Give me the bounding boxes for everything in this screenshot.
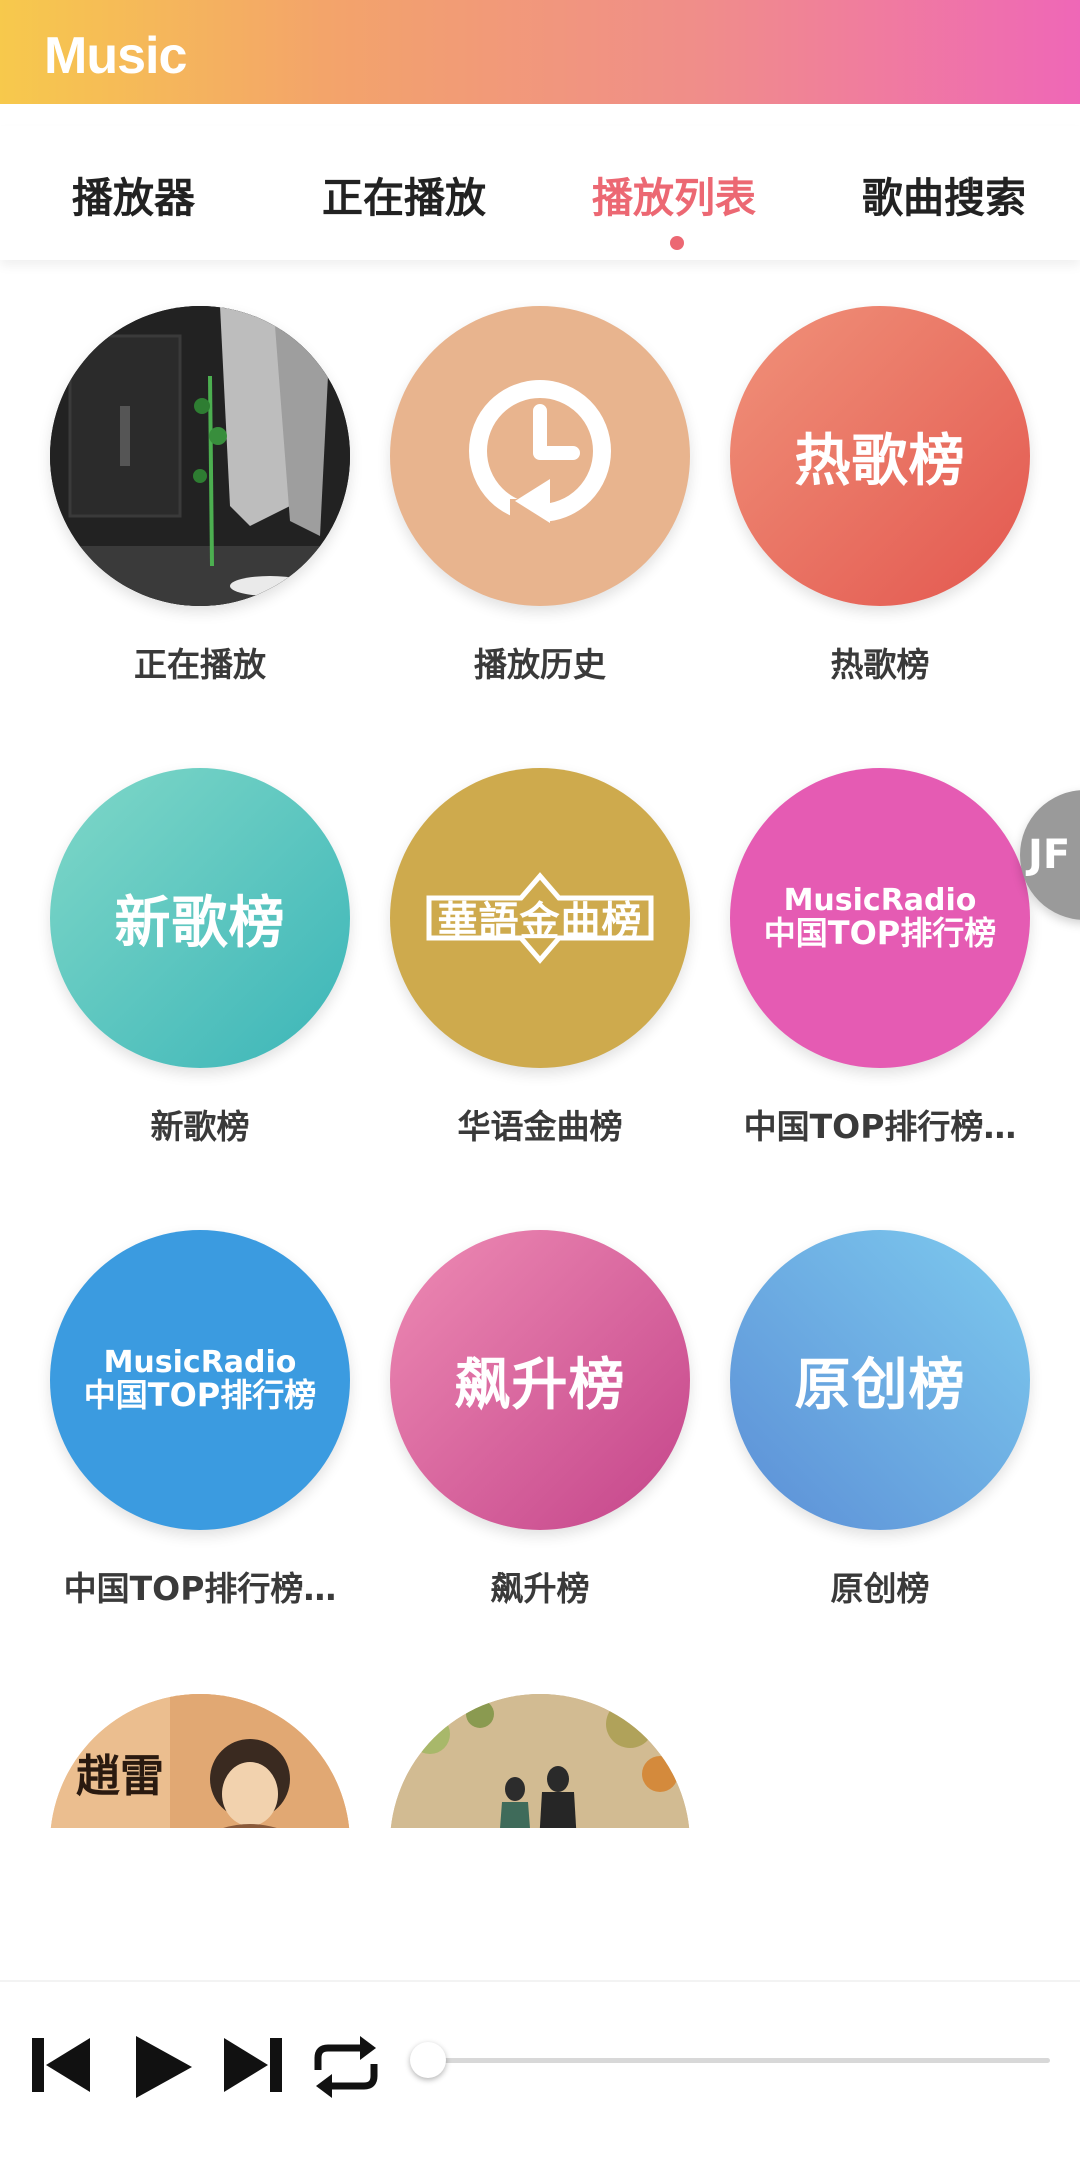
musicradio-logo: MusicRadio 中国TOP排行榜 xyxy=(84,1347,317,1412)
playlist-tile-china-top-1[interactable]: MusicRadio 中国TOP排行榜 xyxy=(730,768,1030,1068)
player-bar xyxy=(0,1980,1080,2160)
musicradio-logo: MusicRadio 中国TOP排行榜 xyxy=(764,885,997,950)
tab-player[interactable]: 播放器 xyxy=(72,164,195,224)
play-icon[interactable] xyxy=(130,2032,196,2102)
progress-track[interactable] xyxy=(428,2058,1050,2063)
playlist-tile-zhao-lei[interactable]: 趙雷 xyxy=(50,1694,350,1828)
playlist-tile-hot-songs[interactable]: 热歌榜 xyxy=(730,306,1030,606)
active-tab-indicator xyxy=(670,236,684,250)
history-clock-icon xyxy=(469,380,611,523)
logo-line-2: 中国TOP排行榜 xyxy=(83,1375,317,1414)
playlist-tile-couple[interactable] xyxy=(390,1694,690,1828)
now-playing-cover-art xyxy=(50,306,350,606)
tile-label: 热歌榜 xyxy=(830,645,930,684)
tab-playlist[interactable]: 播放列表 xyxy=(592,164,756,224)
playlist-tile-now-playing[interactable] xyxy=(50,306,350,606)
playlist-tile-rising[interactable]: 飙升榜 xyxy=(390,1230,690,1530)
app-header: Music xyxy=(0,0,1080,104)
logo-line-2: 中国TOP排行榜 xyxy=(763,913,997,952)
tile-label: 原创榜 xyxy=(830,1569,930,1608)
playlist-tile-china-top-2[interactable]: MusicRadio 中国TOP排行榜 xyxy=(50,1230,350,1530)
tile-art-text: 飙升榜 xyxy=(454,1352,626,1418)
progress-thumb[interactable] xyxy=(410,2042,446,2078)
tile-art-text: 热歌榜 xyxy=(794,428,966,494)
tile-art-text: 華語金曲榜 xyxy=(437,899,643,945)
playlist-tile-chinese-gold[interactable]: 華語金曲榜 xyxy=(390,768,690,1068)
tile-label: 飙升榜 xyxy=(490,1569,590,1608)
tab-song-search[interactable]: 歌曲搜索 xyxy=(862,164,1026,224)
tab-now-playing[interactable]: 正在播放 xyxy=(322,164,486,224)
logo-line-1: MusicRadio xyxy=(103,1345,297,1381)
cover-title-text: 趙雷 xyxy=(76,1751,164,1802)
tile-label: 中国TOP排行榜… xyxy=(743,1107,1017,1146)
tile-label: 华语金曲榜 xyxy=(457,1107,623,1146)
tab-bar: 播放器 正在播放 播放列表 歌曲搜索 xyxy=(0,126,1080,260)
bubble-text: JF xyxy=(1028,832,1071,878)
previous-icon[interactable] xyxy=(28,2032,94,2098)
playlist-tile-original[interactable]: 原创榜 xyxy=(730,1230,1030,1530)
tile-label: 中国TOP排行榜… xyxy=(63,1569,337,1608)
tile-label: 新歌榜 xyxy=(150,1107,250,1146)
tile-art-text: 原创榜 xyxy=(794,1352,966,1418)
repeat-icon[interactable] xyxy=(308,2032,384,2102)
playlist-tile-history[interactable] xyxy=(390,306,690,606)
tile-art-text: 新歌榜 xyxy=(114,890,286,956)
tile-label: 播放历史 xyxy=(474,645,606,684)
playlist-tile-zhao-lei-clip: 趙雷 xyxy=(50,1694,350,1828)
logo-line-1: MusicRadio xyxy=(783,883,977,919)
playlist-tile-new-songs[interactable]: 新歌榜 xyxy=(50,768,350,1068)
app-root: Music 播放器 正在播放 播放列表 歌曲搜索 正在播放 播放历史 热歌榜 热… xyxy=(0,0,1080,2160)
tile-label: 正在播放 xyxy=(134,645,266,684)
playlist-tile-couple-clip xyxy=(390,1694,690,1828)
app-title: Music xyxy=(44,27,187,85)
next-icon[interactable] xyxy=(220,2032,286,2098)
couple-cover-art xyxy=(390,1694,690,1828)
